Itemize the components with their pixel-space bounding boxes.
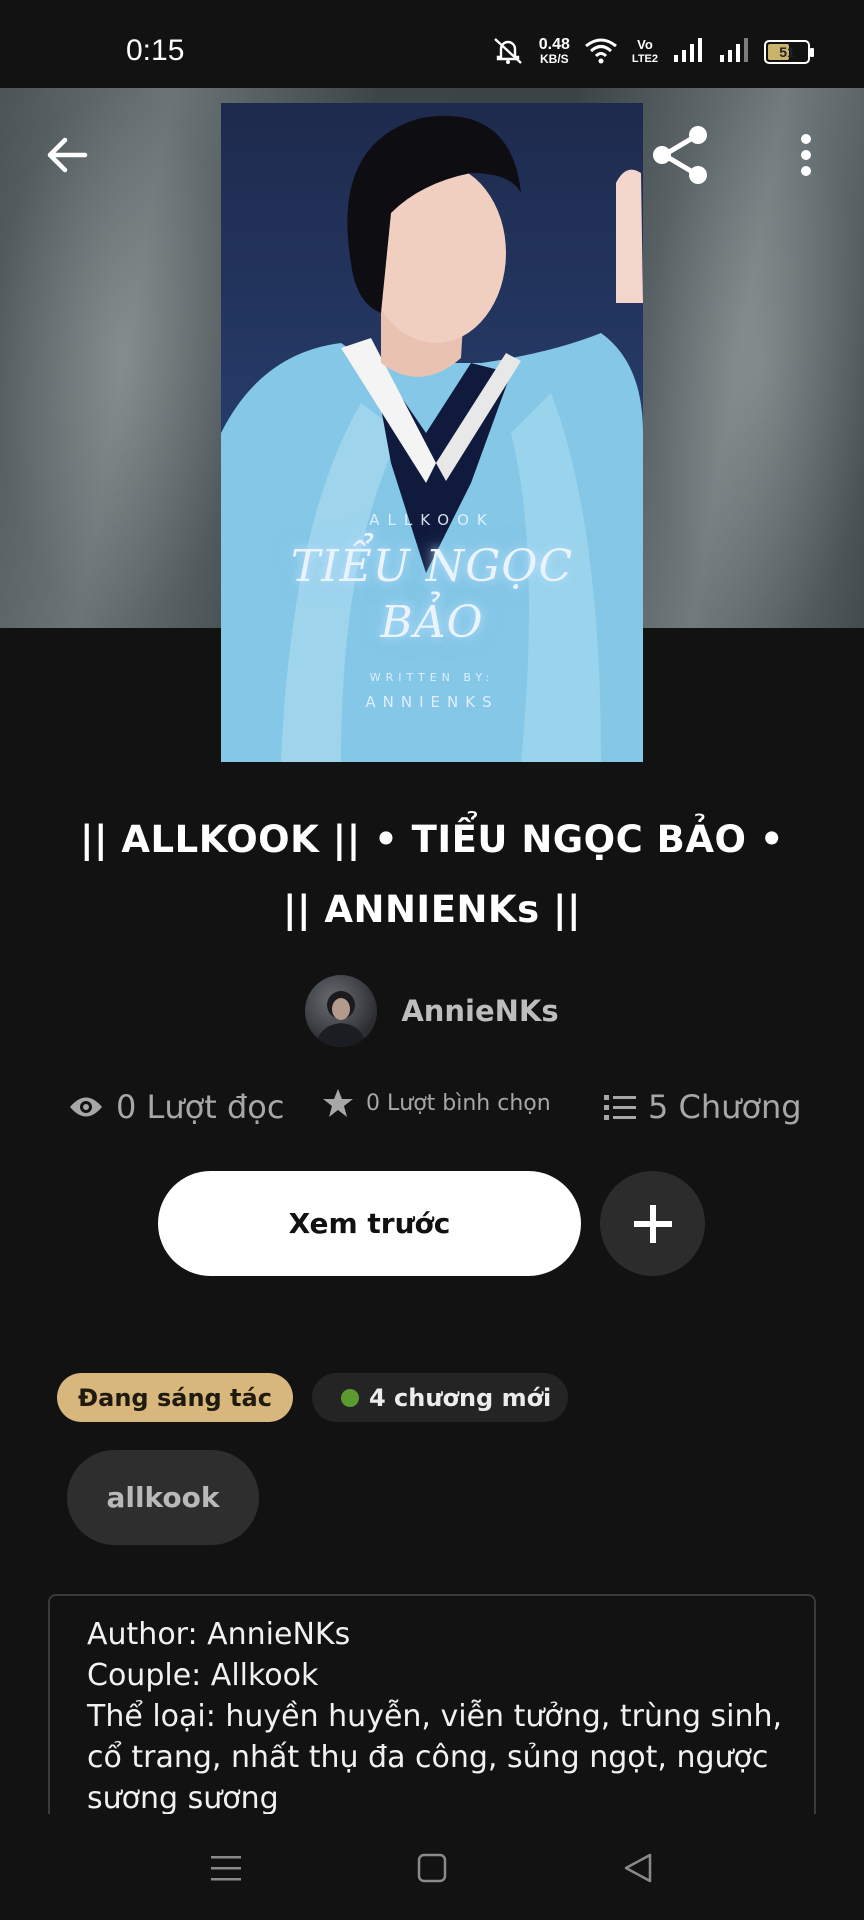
volte-top: Vo bbox=[637, 37, 653, 52]
votes-count: 0 Lượt bình chọn bbox=[366, 1090, 551, 1116]
story-title: || ALLKOOK || • TIỂU NGỌC BẢO • || ANNIE… bbox=[80, 818, 784, 931]
back-button[interactable] bbox=[32, 120, 102, 190]
votes-stat: 0 Lượt bình chọn bbox=[322, 1088, 551, 1118]
share-button[interactable] bbox=[646, 120, 716, 190]
home-square-icon bbox=[417, 1853, 447, 1883]
system-back-button[interactable] bbox=[614, 1844, 662, 1892]
cover-illustration bbox=[221, 115, 643, 762]
description-line: Couple: Allkook bbox=[87, 1658, 319, 1693]
menu-icon bbox=[211, 1856, 241, 1881]
reads-count: 0 Lượt đọc bbox=[116, 1088, 285, 1126]
cover-series-text: ALLKOOK bbox=[369, 511, 495, 529]
recent-apps-button[interactable] bbox=[202, 1844, 250, 1892]
cover-written-by: WRITTEN BY: bbox=[369, 671, 495, 684]
signal-icon-2 bbox=[718, 37, 750, 67]
cover-image[interactable]: ALLKOOK TIỂU NGỌC BẢO WRITTEN BY: ANNIEN… bbox=[221, 103, 643, 762]
share-icon bbox=[653, 126, 707, 184]
net-speed-unit: KB/S bbox=[540, 52, 569, 66]
parts-count[interactable]: 5 Chương bbox=[648, 1088, 802, 1126]
net-speed-value: 0.48 bbox=[538, 36, 570, 53]
back-triangle-icon bbox=[624, 1853, 652, 1883]
new-indicator-dot bbox=[341, 1388, 359, 1407]
tag-chip[interactable]: allkook bbox=[67, 1450, 259, 1545]
signal-icon bbox=[672, 37, 704, 67]
avatar[interactable] bbox=[305, 975, 378, 1047]
author-row[interactable]: AnnieNKs bbox=[0, 975, 864, 1047]
status-icons: 0.48 KB/S Vo LTE2 51 bbox=[491, 35, 814, 69]
cover-title-line1: TIỂU NGỌC bbox=[290, 541, 574, 592]
plus-icon bbox=[633, 1204, 672, 1243]
wifi-icon bbox=[584, 36, 618, 68]
mute-bell-icon bbox=[491, 35, 525, 69]
more-vertical-icon bbox=[801, 134, 811, 176]
description-line: Author: AnnieNKs bbox=[87, 1617, 351, 1652]
home-button[interactable] bbox=[408, 1844, 456, 1892]
add-to-library-button[interactable] bbox=[600, 1171, 705, 1276]
cover-title-line2: BẢO bbox=[380, 597, 484, 648]
battery-icon: 51 bbox=[764, 40, 814, 64]
status-time: 0:15 bbox=[126, 34, 185, 67]
net-speed: 0.48 KB/S bbox=[539, 37, 570, 67]
new-parts-label: 4 chương mới bbox=[369, 1383, 552, 1412]
list-icon bbox=[604, 1095, 636, 1120]
cover-title-text: TIỂU NGỌC BẢO bbox=[221, 539, 643, 651]
star-icon bbox=[323, 1089, 353, 1117]
status-badge: Đang sáng tác bbox=[57, 1373, 293, 1422]
status-bar: 0:15 0.48 KB/S Vo LTE2 51 bbox=[0, 0, 864, 88]
stats-row: 0 Lượt đọc 0 Lượt bình chọn 5 Chương bbox=[0, 1088, 864, 1138]
eye-icon bbox=[70, 1097, 102, 1117]
system-nav-bar bbox=[0, 1814, 864, 1920]
more-options-button[interactable] bbox=[771, 120, 841, 190]
new-parts-badge: 4 chương mới bbox=[312, 1373, 568, 1422]
cover-author-text: ANNIENKS bbox=[365, 693, 499, 711]
volte-bottom: LTE2 bbox=[631, 53, 658, 65]
preview-button[interactable]: Xem trước bbox=[158, 1171, 581, 1276]
author-name[interactable]: AnnieNKs bbox=[401, 994, 558, 1028]
volte-indicator: Vo LTE2 bbox=[632, 37, 658, 67]
back-arrow-icon bbox=[47, 137, 88, 173]
story-description[interactable]: Author: AnnieNKs Couple: Allkook Thể loạ… bbox=[48, 1594, 816, 1814]
battery-level: 51 bbox=[779, 44, 795, 60]
description-line: Thể loại: huyền huyễn, viễn tưởng, trùng… bbox=[87, 1699, 783, 1814]
parts-stat[interactable]: 5 Chương bbox=[604, 1088, 802, 1126]
reads-stat: 0 Lượt đọc bbox=[68, 1088, 284, 1126]
